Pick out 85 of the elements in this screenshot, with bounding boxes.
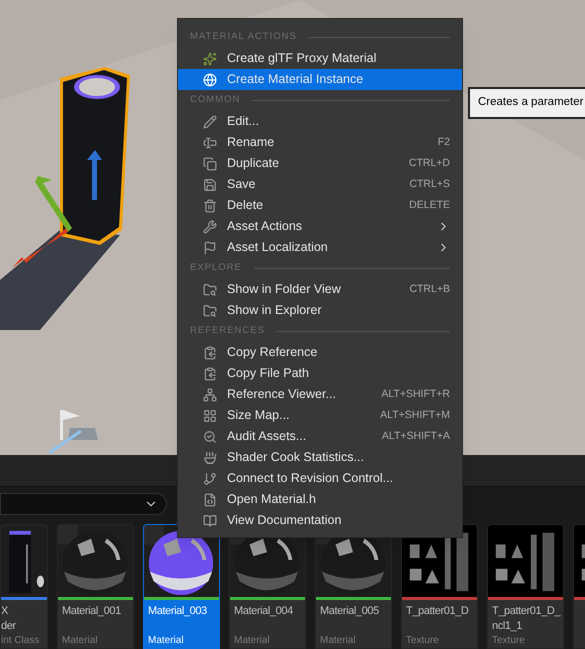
asset-tile[interactable]: Material_001 Material (57, 524, 134, 649)
folder-search-icon (203, 282, 217, 296)
asset-name: Material_003 (148, 604, 207, 619)
asset-name: Material_004 (234, 604, 293, 619)
menu-item-label: Copy File Path (227, 365, 310, 382)
menu-item-label: Connect to Revision Control... (227, 470, 394, 488)
asset-type: Material (234, 635, 270, 647)
book-icon (203, 514, 217, 528)
asset-tile[interactable]: Material_003 Material (143, 524, 220, 649)
shortcut-label: DELETE (409, 198, 450, 213)
menu-item-label: Edit... (227, 113, 260, 130)
magnifier-icon (203, 430, 217, 444)
menu-item[interactable]: Edit... (178, 111, 462, 132)
shortcut-label: ALT+SHIFT+R (381, 386, 450, 402)
network-icon (203, 388, 217, 402)
shortcut-label: CTRL+D (408, 156, 450, 171)
menu-item[interactable]: Delete DELETE (178, 195, 462, 216)
code-file-icon (203, 492, 217, 506)
wrench-icon (203, 220, 217, 234)
menu-item[interactable]: Shader Cook Statistics... (178, 447, 462, 468)
clipboard-icon (203, 346, 217, 360)
asset-tile[interactable]: X der int Class (0, 524, 48, 649)
asset-name: T_patter01_D (406, 604, 468, 619)
trash-icon (203, 198, 217, 212)
menu-item[interactable]: Asset Localization (178, 237, 462, 258)
menu-item[interactable]: Open Material.h (178, 489, 462, 510)
shortcut-label: ALT+SHIFT+A (382, 428, 450, 444)
copy-icon (203, 156, 217, 170)
menu-item-label: Audit Assets... (227, 428, 308, 446)
bowl-icon (203, 450, 217, 464)
tooltip-text: Creates a parameter (478, 95, 584, 110)
asset-name: Material_005 (320, 604, 379, 619)
asset-name: Material_001 (62, 604, 121, 619)
text-cursor-icon (203, 136, 217, 150)
menu-item-label: Show in Folder View (227, 281, 342, 298)
menu-item-label: Delete (227, 197, 264, 214)
asset-type: Material (62, 635, 98, 647)
clipboard-icon (203, 366, 217, 380)
asset-type: Texture (492, 635, 525, 647)
menu-item[interactable]: Create Material Instance (178, 69, 462, 90)
menu-item[interactable]: Copy File Path (178, 363, 462, 384)
menu-item[interactable]: Size Map... ALT+SHIFT+M (178, 405, 462, 426)
menu-item-label: Copy Reference (227, 344, 318, 362)
asset-tile[interactable]: T_patter01_D Texture (401, 524, 478, 649)
branch-icon (203, 472, 217, 486)
folder-search-icon (203, 304, 217, 318)
menu-item-label: Reference Viewer... (227, 386, 337, 404)
menu-item[interactable]: Create glTF Proxy Material (178, 48, 462, 69)
menu-item-label: Size Map... (227, 407, 291, 424)
asset-name: T_patter01_D_ ncl1_1 (492, 604, 560, 634)
asset-type: Material (320, 635, 356, 647)
menu-item[interactable]: Show in Explorer (178, 300, 462, 321)
menu-item[interactable]: Reference Viewer... ALT+SHIFT+R (178, 384, 462, 405)
menu-item[interactable]: Rename F2 (178, 132, 462, 153)
menu-item-label: Rename (227, 134, 276, 152)
menu-item[interactable]: Show in Folder View CTRL+B (178, 279, 462, 300)
sparkle-icon (203, 52, 217, 66)
asset-tile[interactable]: T_patter01_D_ ncl1_1 Texture (487, 524, 564, 649)
menu-item-label: Create Material Instance (227, 71, 364, 88)
menu-item-label: Asset Actions (227, 218, 304, 236)
menu-item-label: Shader Cook Statistics... (227, 449, 365, 466)
menu-item[interactable]: Asset Actions (178, 216, 462, 237)
shortcut-label: CTRL+B (409, 282, 450, 297)
asset-type: Material (148, 635, 184, 647)
menu-item[interactable]: Duplicate CTRL+D (178, 153, 462, 174)
shortcut-label: ALT+SHIFT+M (380, 408, 450, 423)
menu-item-label: Duplicate (227, 155, 280, 172)
menu-item-label: Show in Explorer (227, 302, 322, 320)
menu-item-label: Save (227, 176, 256, 194)
save-icon (203, 178, 217, 192)
shortcut-label: CTRL+S (409, 176, 450, 192)
asset-name: X der (1, 604, 16, 634)
asset-type: int Class (1, 635, 40, 647)
menu-item-label: Open Material.h (227, 491, 317, 508)
grid-icon (203, 408, 217, 422)
shortcut-label: F2 (438, 134, 450, 150)
globe-icon (203, 72, 217, 86)
menu-item-label: Create glTF Proxy Material (227, 50, 378, 68)
pencil-icon (203, 114, 217, 128)
menu-item-label: Asset Localization (227, 239, 329, 256)
menu-item[interactable]: Copy Reference (178, 342, 462, 363)
flag-icon (203, 240, 217, 254)
menu-item[interactable]: Save CTRL+S (178, 174, 462, 195)
menu-item[interactable]: Audit Assets... ALT+SHIFT+A (178, 426, 462, 447)
asset-type: Texture (406, 635, 439, 647)
